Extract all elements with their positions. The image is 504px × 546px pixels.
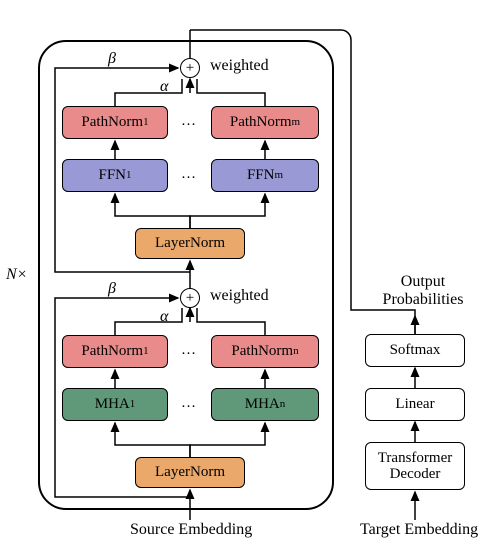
pathnorm-top-right-text: PathNorm — [230, 114, 292, 131]
pathnorm-bottom-right-text: PathNorm — [231, 343, 293, 360]
ellipsis-bottom-1: … — [181, 342, 197, 359]
source-embedding-label: Source Embedding — [130, 521, 252, 539]
ellipsis-top-1: … — [181, 113, 197, 130]
softmax-box: Softmax — [365, 334, 465, 367]
pathnorm-top-left-idx: 1 — [143, 116, 149, 128]
sum-node-bottom: + — [180, 288, 200, 308]
ffn-left-text: FFN — [98, 167, 126, 184]
pathnorm-bottom-right-idx: n — [293, 345, 299, 357]
mha-left: MHA1 — [62, 388, 168, 421]
sum-node-top: + — [180, 58, 200, 78]
pathnorm-top-left: PathNorm1 — [62, 106, 168, 139]
target-embedding-label: Target Embedding — [360, 521, 478, 539]
layernorm-bottom: LayerNorm — [135, 457, 245, 488]
pathnorm-bottom-left-text: PathNorm — [81, 343, 143, 360]
weighted-label-top: weighted — [210, 57, 269, 75]
layernorm-top: LayerNorm — [135, 228, 245, 259]
pathnorm-top-left-text: PathNorm — [81, 114, 143, 131]
weighted-label-bottom: weighted — [210, 287, 269, 305]
ffn-right-text: FFN — [247, 167, 275, 184]
pathnorm-bottom-left-idx: 1 — [143, 345, 149, 357]
ffn-left: FFN1 — [62, 159, 168, 192]
alpha-label-top: α — [160, 78, 168, 96]
mha-right-text: MHA — [245, 396, 280, 413]
mha-left-text: MHA — [95, 396, 130, 413]
mha-right: MHAn — [211, 388, 319, 421]
output-prob-label: Output Probabilities — [378, 273, 468, 309]
pathnorm-top-right: PathNormm — [211, 106, 319, 139]
repeat-text: N× — [6, 266, 27, 283]
beta-label-top: β — [108, 50, 116, 68]
pathnorm-bottom-right: PathNormn — [211, 335, 319, 368]
ellipsis-top-2: … — [181, 166, 197, 183]
transformer-decoder-box: Transformer Decoder — [365, 442, 465, 490]
beta-label-bottom: β — [108, 280, 116, 298]
pathnorm-bottom-left: PathNorm1 — [62, 335, 168, 368]
repeat-label: N× — [6, 266, 27, 284]
pathnorm-top-right-idx: m — [292, 116, 301, 128]
ellipsis-bottom-2: … — [181, 395, 197, 412]
mha-left-idx: 1 — [130, 398, 136, 410]
alpha-label-bottom: α — [160, 308, 168, 326]
ffn-left-idx: 1 — [126, 169, 132, 181]
mha-right-idx: n — [280, 398, 286, 410]
ffn-right: FFNm — [211, 159, 319, 192]
ffn-right-idx: m — [274, 169, 283, 181]
linear-box: Linear — [365, 388, 465, 421]
